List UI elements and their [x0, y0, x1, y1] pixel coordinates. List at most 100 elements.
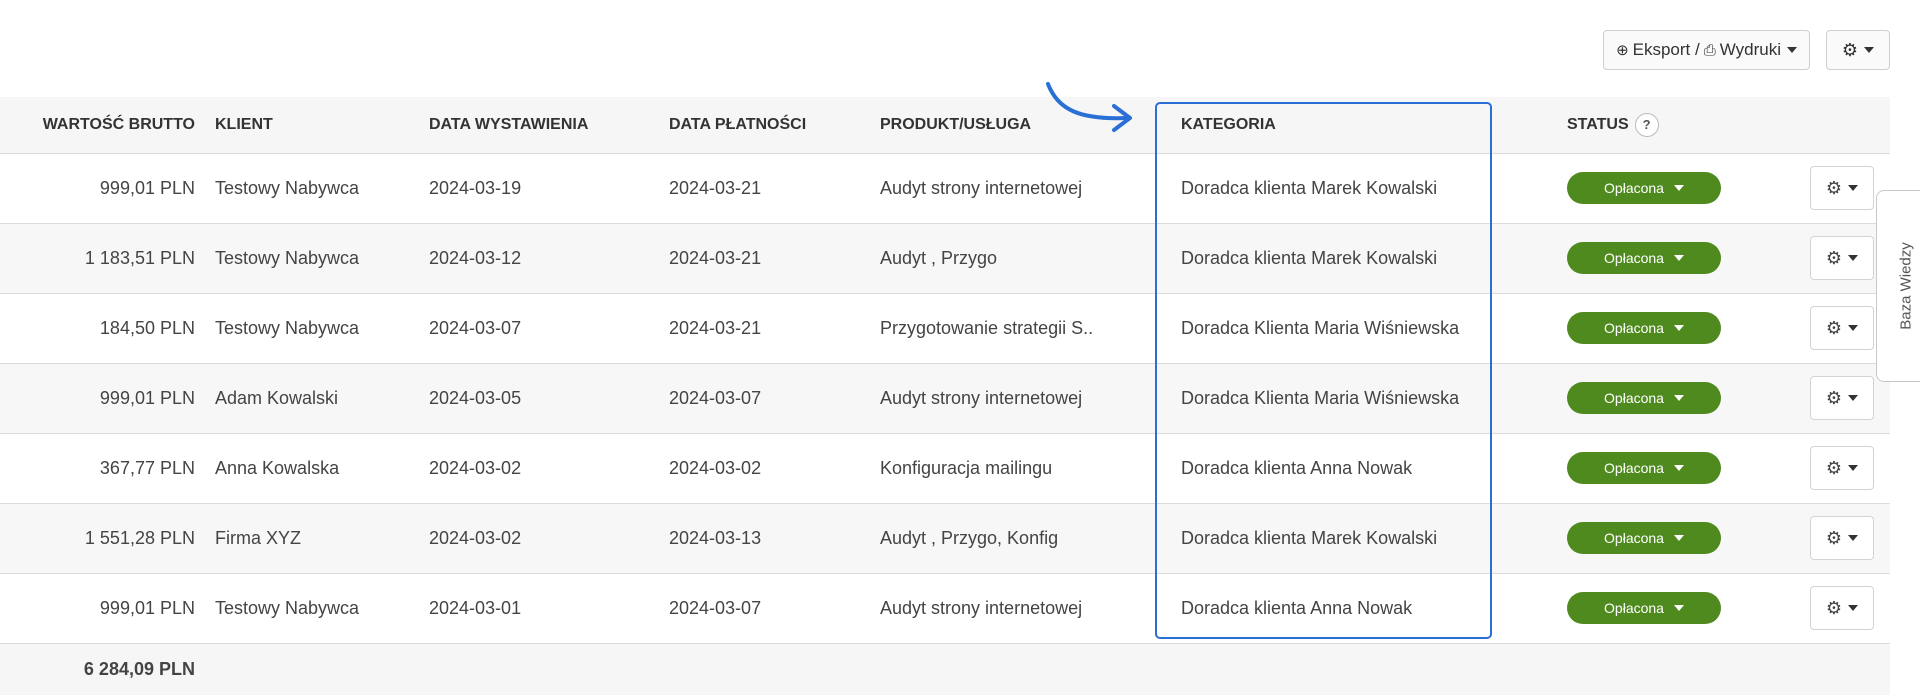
status-dropdown[interactable]: Opłacona	[1567, 592, 1721, 624]
cell-issue-date: 2024-03-01	[429, 597, 522, 618]
gear-icon: ⚙	[1825, 248, 1843, 268]
gear-icon: ⚙	[1825, 458, 1843, 478]
cell-status: Opłacona	[1567, 223, 1810, 293]
col-header-amount[interactable]: WARTOŚĆ BRUTTO	[0, 97, 215, 153]
gear-icon: ⚙	[1841, 40, 1859, 60]
status-header-label: STATUS	[1567, 115, 1629, 133]
chevron-down-icon	[1673, 185, 1684, 191]
cell-issue-date: 2024-03-12	[429, 247, 522, 268]
cell-category: Doradca klienta Marek Kowalski	[1181, 527, 1438, 548]
cell-actions: ⚙	[1810, 503, 1890, 573]
status-dropdown[interactable]: Opłacona	[1567, 242, 1721, 274]
cell-payment-date: 2024-03-02	[669, 457, 762, 478]
export-print-button[interactable]: ⊕ Eksport / ⎙ Wydruki	[1603, 30, 1810, 70]
cell-category: Doradca klienta Anna Nowak	[1181, 457, 1413, 478]
invoice-table: WARTOŚĆ BRUTTO KLIENT DATA WYSTAWIENIA D…	[0, 97, 1890, 695]
gear-icon: ⚙	[1825, 598, 1843, 618]
row-actions-button[interactable]: ⚙	[1810, 376, 1874, 420]
cell-payment-date: 2024-03-21	[669, 177, 762, 198]
cell-client: Testowy Nabywca	[215, 247, 360, 268]
chevron-down-icon	[1673, 535, 1684, 541]
chevron-down-icon	[1848, 535, 1859, 541]
row-actions-button[interactable]: ⚙	[1810, 236, 1874, 280]
row-actions-button[interactable]: ⚙	[1810, 446, 1874, 490]
cell-issue-date: 2024-03-07	[429, 317, 522, 338]
printer-icon: ⎙	[1703, 41, 1716, 59]
chevron-down-icon	[1673, 325, 1684, 331]
chevron-down-icon	[1848, 185, 1859, 191]
row-actions-button[interactable]: ⚙	[1810, 586, 1874, 630]
row-actions-button[interactable]: ⚙	[1810, 166, 1874, 210]
status-label: Opłacona	[1604, 180, 1664, 196]
cell-issue-date: 2024-03-02	[429, 527, 522, 548]
cell-category: Doradca klienta Marek Kowalski	[1181, 177, 1438, 198]
col-header-issue-date[interactable]: DATA WYSTAWIENIA	[429, 97, 669, 153]
table-row[interactable]: 999,01 PLN Adam Kowalski 2024-03-05 2024-03…	[0, 363, 1890, 433]
cell-issue-date: 2024-03-19	[429, 177, 522, 198]
cell-amount: 999,01 PLN	[99, 597, 195, 618]
cell-amount: 184,50 PLN	[99, 317, 195, 338]
cell-amount: 999,01 PLN	[99, 177, 195, 198]
cell-status: Opłacona	[1567, 573, 1810, 643]
status-label: Opłacona	[1604, 600, 1664, 616]
col-header-status[interactable]: STATUS?	[1567, 97, 1810, 153]
total-amount: 6 284,09 PLN	[83, 658, 195, 679]
row-actions-button[interactable]: ⚙	[1810, 306, 1874, 350]
cell-payment-date: 2024-03-13	[669, 527, 762, 548]
status-dropdown[interactable]: Opłacona	[1567, 452, 1721, 484]
cell-amount: 1 551,28 PLN	[84, 527, 195, 548]
table-row[interactable]: 367,77 PLN Anna Kowalska 2024-03-02 2024-03…	[0, 433, 1890, 503]
cell-product: Audyt strony internetowej	[880, 597, 1083, 618]
cell-product: Audyt , Przygo	[880, 247, 998, 268]
cell-product: Audyt strony internetowej	[880, 387, 1083, 408]
help-icon[interactable]: ?	[1634, 112, 1659, 137]
col-header-category[interactable]: KATEGORIA	[1181, 97, 1567, 153]
gear-icon: ⚙	[1825, 388, 1843, 408]
col-header-client[interactable]: KLIENT	[215, 97, 429, 153]
chevron-down-icon	[1673, 605, 1684, 611]
cell-status: Opłacona	[1567, 363, 1810, 433]
cell-client: Testowy Nabywca	[215, 317, 360, 338]
status-dropdown[interactable]: Opłacona	[1567, 382, 1721, 414]
chevron-down-icon	[1864, 47, 1875, 53]
table-row[interactable]: 184,50 PLN Testowy Nabywca 2024-03-07 2024-…	[0, 293, 1890, 363]
print-label: Wydruki	[1719, 40, 1781, 59]
chevron-down-icon	[1848, 605, 1859, 611]
total-row: 6 284,09 PLN	[0, 643, 1890, 695]
col-header-payment-date[interactable]: DATA PŁATNOŚCI	[669, 97, 880, 153]
row-actions-button[interactable]: ⚙	[1810, 516, 1874, 560]
cell-actions: ⚙	[1810, 573, 1890, 643]
status-dropdown[interactable]: Opłacona	[1567, 522, 1721, 554]
chevron-down-icon	[1787, 47, 1797, 53]
status-label: Opłacona	[1604, 320, 1664, 336]
status-label: Opłacona	[1604, 390, 1664, 406]
cell-payment-date: 2024-03-21	[669, 247, 762, 268]
cell-client: Anna Kowalska	[215, 457, 340, 478]
cell-product: Przygotowanie strategii S..	[880, 317, 1094, 338]
chevron-down-icon	[1848, 395, 1859, 401]
table-row[interactable]: 1 183,51 PLN Testowy Nabywca 2024-03-12 202…	[0, 223, 1890, 293]
gear-icon: ⚙	[1825, 318, 1843, 338]
knowledge-base-tab[interactable]: Baza Wiedzy	[1876, 190, 1920, 382]
chevron-down-icon	[1848, 325, 1859, 331]
table-row[interactable]: 1 551,28 PLN Firma XYZ 2024-03-02 2024-03-1…	[0, 503, 1890, 573]
cell-status: Opłacona	[1567, 503, 1810, 573]
status-dropdown[interactable]: Opłacona	[1567, 312, 1721, 344]
cell-product: Audyt , Przygo, Konfig	[880, 527, 1059, 548]
gear-icon: ⚙	[1825, 178, 1843, 198]
chevron-down-icon	[1673, 465, 1684, 471]
table-row[interactable]: 999,01 PLN Testowy Nabywca 2024-03-19 2024-…	[0, 153, 1890, 223]
table-row[interactable]: 999,01 PLN Testowy Nabywca 2024-03-01 2024-…	[0, 573, 1890, 643]
toolbar: ⊕ Eksport / ⎙ Wydruki ⚙	[1603, 30, 1890, 70]
cell-payment-date: 2024-03-07	[669, 387, 762, 408]
cell-amount: 999,01 PLN	[99, 387, 195, 408]
status-dropdown[interactable]: Opłacona	[1567, 172, 1721, 204]
cell-status: Opłacona	[1567, 153, 1810, 223]
cell-category: Doradca klienta Anna Nowak	[1181, 597, 1413, 618]
chevron-down-icon	[1673, 395, 1684, 401]
chevron-down-icon	[1848, 465, 1859, 471]
gear-icon: ⚙	[1825, 528, 1843, 548]
table-settings-button[interactable]: ⚙	[1826, 30, 1890, 70]
download-circle-icon: ⊕	[1616, 42, 1629, 59]
cell-client: Adam Kowalski	[215, 387, 339, 408]
